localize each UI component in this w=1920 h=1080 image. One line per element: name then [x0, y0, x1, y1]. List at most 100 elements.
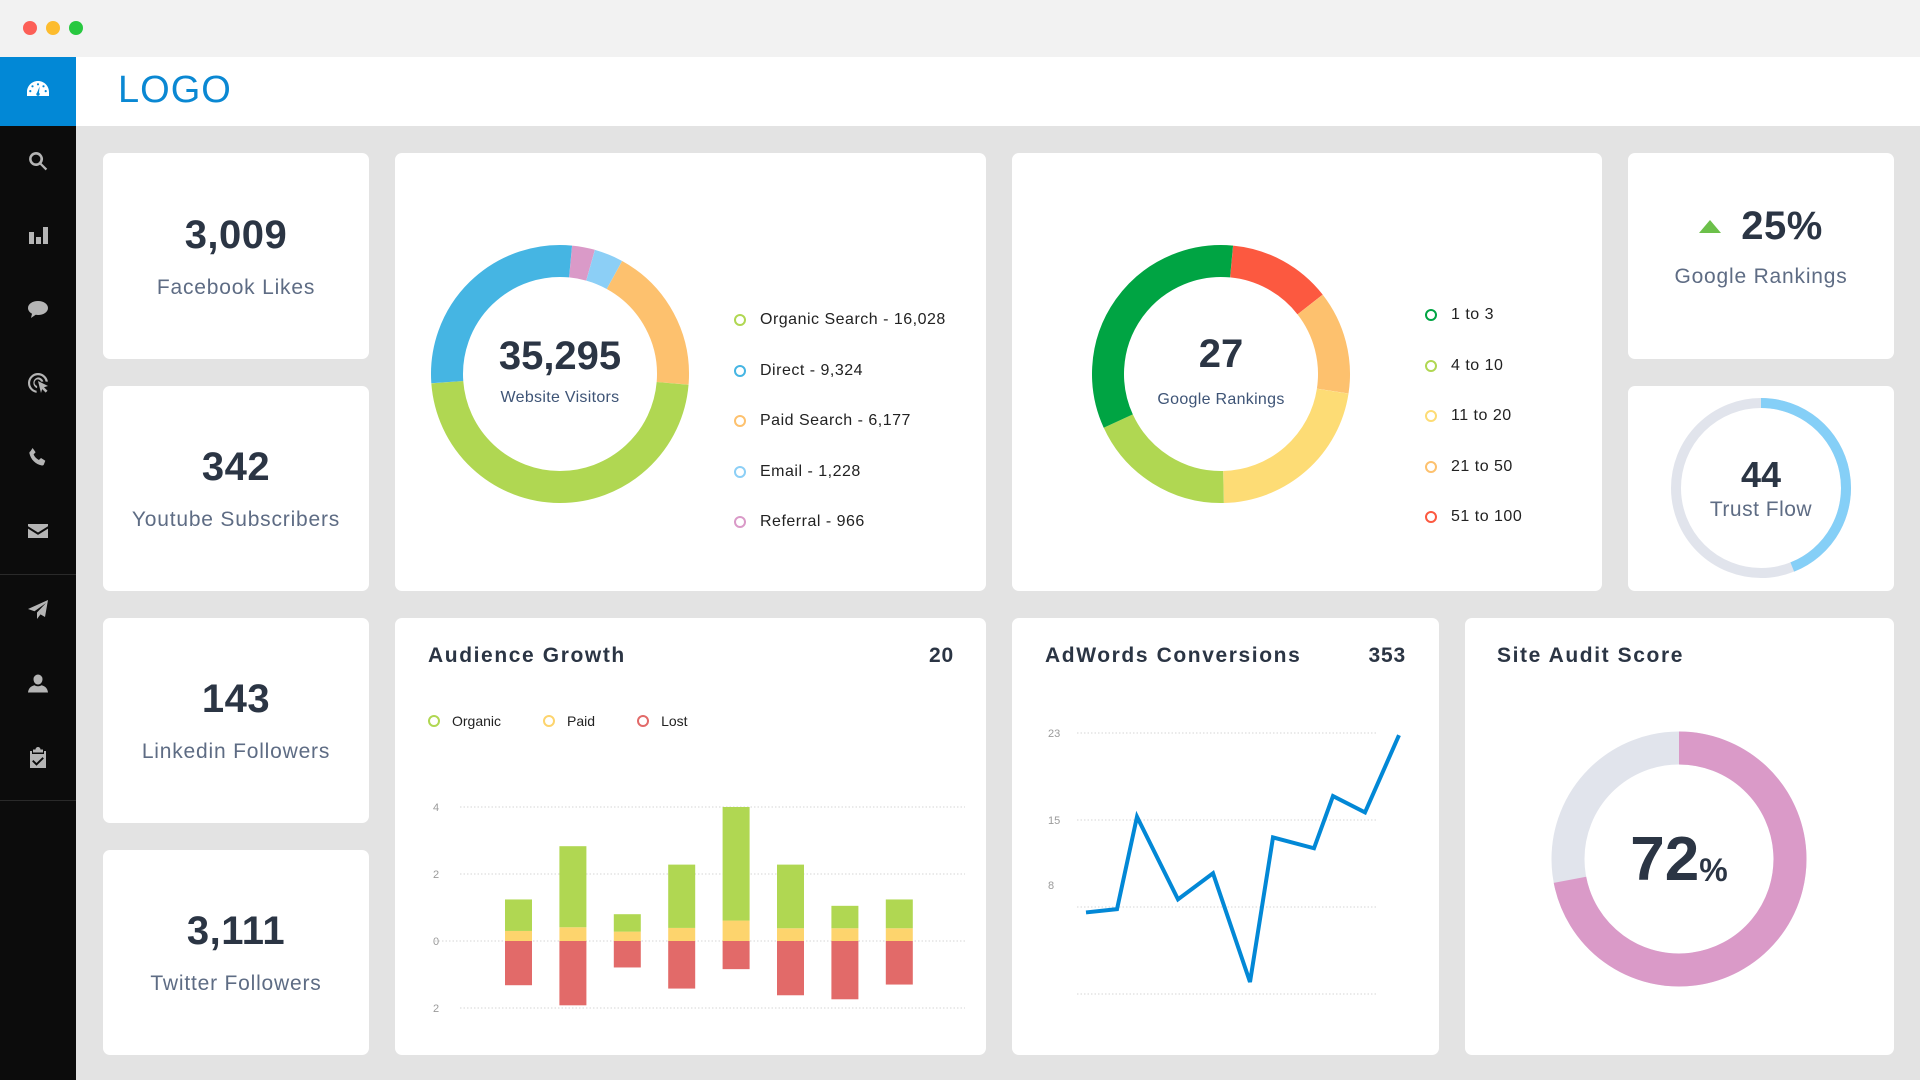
google-rankings-card: 27 Google Rankings 1 to 3 4 to 10 11 to 20…	[1012, 153, 1602, 591]
bar-paid	[722, 920, 750, 941]
site-audit-title: Site Audit Score	[1497, 644, 1685, 667]
legend-item: Organic Search - 16,028	[734, 295, 946, 346]
minimize-window-button[interactable]	[46, 21, 60, 35]
adwords-conversions-card: AdWords Conversions 353 23 15 8	[1012, 618, 1439, 1055]
bar-organic	[559, 846, 587, 928]
bar-lost	[831, 941, 859, 1000]
bar-lost	[613, 941, 641, 968]
audience-legend: Organic Paid Lost	[428, 713, 730, 729]
audience-growth-card: Audience Growth 20 Organic Paid Lost 4202	[395, 618, 986, 1055]
adwords-count: 353	[1368, 644, 1406, 667]
bar-organic	[668, 864, 696, 928]
phone-icon	[26, 445, 50, 474]
bar-paid	[885, 928, 913, 941]
facebook-likes-card: 3,009 Facebook Likes	[103, 153, 369, 359]
legend-marker-icon	[734, 415, 746, 428]
site-audit-unit: %	[1699, 851, 1728, 888]
sidebar-item-search[interactable]	[0, 126, 76, 200]
site-audit-center: 72 %	[1549, 729, 1809, 989]
y-tick-label: 0	[433, 936, 439, 948]
sidebar-item-dashboard[interactable]	[0, 57, 76, 126]
legend-label: 4 to 10	[1451, 356, 1504, 374]
bar-organic	[613, 914, 641, 932]
legend-item: 4 to 10	[1425, 341, 1522, 392]
rankings-change-card: 25% Google Rankings	[1628, 153, 1894, 359]
legend-label: Organic	[452, 713, 502, 729]
sidebar-item-reports[interactable]	[0, 200, 76, 274]
bar-paid	[559, 927, 587, 941]
visitors-total: 35,295	[498, 333, 622, 378]
y-tick-label: 4	[433, 802, 439, 814]
rankings-center: 27 Google Rankings	[1091, 244, 1351, 504]
legend-label: Paid Search - 6,177	[760, 412, 911, 430]
sidebar-item-users[interactable]	[0, 649, 76, 723]
visitors-label: Website Visitors	[500, 388, 620, 406]
legend-label: 11 to 20	[1451, 407, 1512, 425]
sidebar-item-messages[interactable]	[0, 274, 76, 348]
target-icon	[26, 371, 50, 400]
legend-label: Direct - 9,324	[760, 361, 864, 379]
rankings-change-value: 25%	[1741, 203, 1823, 248]
paper-plane-icon	[26, 598, 50, 627]
legend-marker-icon	[734, 516, 746, 529]
trust-flow-label: Trust Flow	[1709, 498, 1813, 521]
youtube-subscribers-label: Youtube Subscribers	[131, 508, 341, 531]
bar-lost	[668, 941, 696, 989]
trust-flow-value: 44	[1740, 454, 1782, 495]
legend-marker-icon	[734, 364, 746, 377]
legend-item: Email - 1,228	[734, 447, 946, 498]
website-visitors-card: 35,295 Website Visitors Organic Search -…	[395, 153, 986, 591]
y-tick-label: 15	[1048, 815, 1060, 827]
bar-paid	[505, 930, 532, 941]
twitter-followers-value: 3,111	[186, 909, 286, 953]
linkedin-followers-card: 143 Linkedin Followers	[103, 618, 369, 823]
bar-lost	[559, 941, 587, 1006]
user-icon	[26, 672, 50, 701]
clipboard-check-icon	[26, 746, 50, 775]
linkedin-followers-label: Linkedin Followers	[141, 740, 331, 763]
visitors-center: 35,295 Website Visitors	[430, 244, 690, 504]
bar-lost	[722, 941, 750, 970]
site-audit-value: 72	[1630, 824, 1700, 894]
y-tick-label: 2	[433, 1003, 439, 1015]
twitter-followers-card: 3,111 Twitter Followers	[103, 850, 369, 1055]
dashboard-icon	[26, 77, 50, 106]
sidebar-item-tasks[interactable]	[0, 723, 76, 797]
bar-organic	[505, 899, 532, 931]
site-audit-card: Site Audit Score 72 %	[1465, 618, 1894, 1055]
bar-lost	[777, 941, 804, 996]
search-icon	[26, 149, 50, 178]
legend-marker-icon	[543, 715, 556, 727]
legend-label: Organic Search - 16,028	[760, 311, 946, 329]
legend-marker-icon	[1425, 410, 1437, 423]
adwords-line-chart: 23 15 8	[1048, 728, 1401, 995]
close-window-button[interactable]	[23, 21, 37, 35]
youtube-subscribers-value: 342	[201, 445, 271, 489]
bar-paid	[777, 928, 804, 941]
facebook-likes-value: 3,009	[184, 212, 288, 257]
legend-marker-icon	[734, 314, 746, 327]
legend-label: Paid	[567, 713, 596, 729]
rankings-legend: 1 to 3 4 to 10 11 to 20 21 to 50 51 to 100	[1425, 290, 1522, 543]
sidebar-item-outreach[interactable]	[0, 575, 76, 649]
legend-marker-icon	[1425, 309, 1437, 322]
sidebar-item-email[interactable]	[0, 496, 76, 570]
sidebar-item-calls[interactable]	[0, 422, 76, 496]
audience-growth-title: Audience Growth	[428, 644, 626, 667]
legend-item: Paid Search - 6,177	[734, 396, 946, 447]
rankings-total: 27	[1198, 331, 1244, 376]
legend-item: 21 to 50	[1425, 442, 1522, 493]
legend-marker-icon	[1425, 511, 1437, 524]
sidebar-item-targeting[interactable]	[0, 348, 76, 422]
legend-item: 11 to 20	[1425, 391, 1522, 442]
logo[interactable]: LOGO	[118, 69, 232, 112]
trust-flow-center: 44 Trust Flow	[1669, 396, 1853, 580]
y-tick-label: 2	[433, 869, 439, 881]
twitter-followers-label: Twitter Followers	[150, 972, 322, 995]
bar-organic	[831, 905, 859, 929]
trend-up-icon	[1699, 219, 1722, 233]
legend-label: Lost	[661, 713, 688, 729]
bar-lost	[505, 941, 532, 986]
legend-item: Organic	[428, 713, 501, 729]
maximize-window-button[interactable]	[69, 21, 83, 35]
